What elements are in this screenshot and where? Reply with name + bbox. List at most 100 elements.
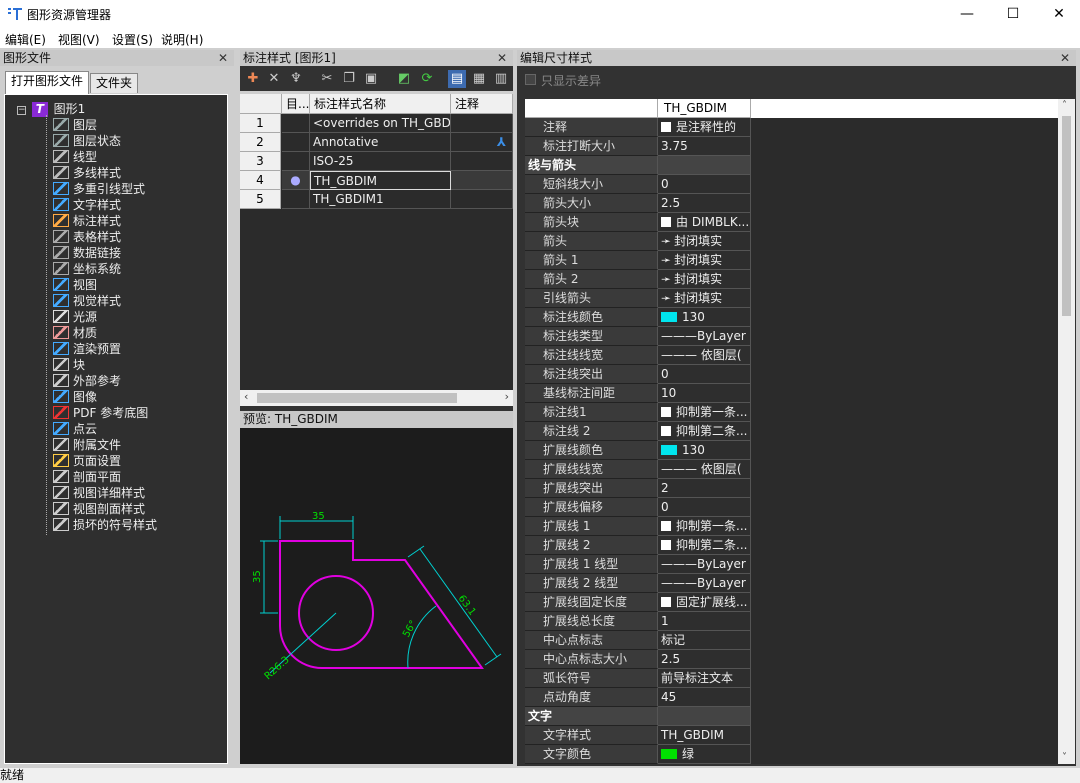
property-value[interactable]: 抑制第二条... xyxy=(658,536,751,555)
property-row[interactable]: 箭头 ➛ 封闭填实 xyxy=(525,232,1058,251)
vscroll-thumb[interactable] xyxy=(1062,116,1071,316)
minimize-button[interactable]: — xyxy=(944,0,990,28)
delete-icon[interactable]: ✕ xyxy=(265,70,283,88)
row-current-marker[interactable] xyxy=(282,133,310,152)
checkbox-icon[interactable] xyxy=(661,217,671,227)
scroll-right-icon[interactable]: › xyxy=(505,390,509,403)
row-style-name[interactable]: <overrides on TH_GBDIM> xyxy=(310,114,451,133)
property-row[interactable]: 箭头 2 ➛ 封闭填实 xyxy=(525,270,1058,289)
property-row[interactable]: 扩展线总长度 1 xyxy=(525,612,1058,631)
property-value[interactable]: 0 xyxy=(658,498,751,517)
property-value[interactable] xyxy=(658,156,751,175)
copy-icon[interactable]: ❐ xyxy=(340,70,358,88)
property-row[interactable]: 标注线颜色 130 xyxy=(525,308,1058,327)
icon-view-icon[interactable]: ▦ xyxy=(470,70,488,88)
menu-edit[interactable]: 编辑(E) xyxy=(5,31,46,48)
property-row[interactable]: 扩展线 2 抑制第二条... xyxy=(525,536,1058,555)
cut-icon[interactable]: ✂ xyxy=(318,70,336,88)
menu-help[interactable]: 说明(H) xyxy=(161,31,203,48)
row-annotative[interactable] xyxy=(451,152,513,171)
property-section[interactable]: 线与箭头 xyxy=(525,156,1058,175)
tree-item[interactable]: 外部参考 xyxy=(53,372,121,388)
row-style-name[interactable]: Annotative xyxy=(310,133,451,152)
tree-item[interactable]: 多重引线型式 xyxy=(53,180,145,196)
property-row[interactable]: 弧长符号 前导标注文本 xyxy=(525,669,1058,688)
row-style-name[interactable]: TH_GBDIM xyxy=(310,171,451,190)
checkbox-icon[interactable] xyxy=(661,540,671,550)
tree-item[interactable]: 文字样式 xyxy=(53,196,121,212)
tree-item[interactable]: 块 xyxy=(53,356,85,372)
mid-panel-close-icon[interactable]: ✕ xyxy=(497,50,507,67)
scroll-up-icon[interactable]: ˄ xyxy=(1062,100,1067,111)
checkbox-icon[interactable] xyxy=(661,521,671,531)
property-value[interactable]: 抑制第一条... xyxy=(658,403,751,422)
menu-view[interactable]: 视图(V) xyxy=(58,31,100,48)
hscroll-thumb[interactable] xyxy=(257,393,457,403)
close-button[interactable]: ✕ xyxy=(1036,0,1080,28)
row-annotative[interactable] xyxy=(451,190,513,209)
property-value[interactable]: ——— 依图层( xyxy=(658,346,751,365)
tree-item[interactable]: 图层状态 xyxy=(53,132,121,148)
property-row[interactable]: 文字颜色 绿 xyxy=(525,745,1058,764)
collapse-icon[interactable]: − xyxy=(17,106,26,115)
tree-item[interactable]: 剖面平面 xyxy=(53,468,121,484)
property-row[interactable]: 引线箭头 ➛ 封闭填实 xyxy=(525,289,1058,308)
row-annotative[interactable] xyxy=(451,114,513,133)
property-row[interactable]: 点动角度 45 xyxy=(525,688,1058,707)
checkbox-icon[interactable] xyxy=(661,426,671,436)
row-current-marker[interactable] xyxy=(282,114,310,133)
tree-item[interactable]: 表格样式 xyxy=(53,228,121,244)
property-row[interactable]: 标注线突出 0 xyxy=(525,365,1058,384)
tree-item[interactable]: 坐标系统 xyxy=(53,260,121,276)
tree-item[interactable]: 数据链接 xyxy=(53,244,121,260)
row-style-name[interactable]: ISO-25 xyxy=(310,152,451,171)
right-panel-close-icon[interactable]: ✕ xyxy=(1060,50,1070,67)
col-current[interactable]: 目... xyxy=(282,94,310,114)
property-row[interactable]: 扩展线 1 抑制第一条... xyxy=(525,517,1058,536)
row-current-marker[interactable]: ● xyxy=(282,171,310,190)
property-row[interactable]: 扩展线线宽 ——— 依图层( xyxy=(525,460,1058,479)
set-current-icon[interactable]: ◩ xyxy=(395,70,413,88)
property-row[interactable]: 扩展线突出 2 xyxy=(525,479,1058,498)
tree-item[interactable]: 点云 xyxy=(53,420,97,436)
property-row[interactable]: 基线标注间距 10 xyxy=(525,384,1058,403)
scroll-down-icon[interactable]: ˅ xyxy=(1062,752,1067,763)
scroll-left-icon[interactable]: ‹ xyxy=(244,390,248,403)
tree-item[interactable]: 视图剖面样式 xyxy=(53,500,145,516)
tree-item[interactable]: 附属文件 xyxy=(53,436,121,452)
grid-hscrollbar[interactable]: ‹ › xyxy=(240,390,513,406)
col-name[interactable]: 标注样式名称 xyxy=(310,94,451,114)
property-value[interactable]: 1 xyxy=(658,612,751,631)
details-view-icon[interactable]: ▤ xyxy=(448,70,466,88)
property-row[interactable]: 扩展线固定长度 固定扩展线... xyxy=(525,593,1058,612)
tree-item[interactable]: 损坏的符号样式 xyxy=(53,516,157,532)
property-row[interactable]: 标注线1 抑制第一条... xyxy=(525,403,1058,422)
tree-item[interactable]: 图像 xyxy=(53,388,97,404)
property-row[interactable]: 标注线 2 抑制第二条... xyxy=(525,422,1058,441)
property-value[interactable] xyxy=(658,707,751,726)
col-annot[interactable]: 注释 xyxy=(451,94,513,114)
row-number[interactable]: 4 xyxy=(240,171,281,190)
property-value[interactable]: 2.5 xyxy=(658,194,751,213)
checkbox-icon[interactable] xyxy=(661,597,671,607)
property-value[interactable]: 前导标注文本 xyxy=(658,669,751,688)
property-value[interactable]: 是注释性的 xyxy=(658,118,751,137)
property-row[interactable]: 箭头大小 2.5 xyxy=(525,194,1058,213)
row-current-marker[interactable] xyxy=(282,152,310,171)
tree-item[interactable]: 视觉样式 xyxy=(53,292,121,308)
property-row[interactable]: 标注线线宽 ——— 依图层( xyxy=(525,346,1058,365)
property-row[interactable]: 中心点标志大小 2.5 xyxy=(525,650,1058,669)
property-value[interactable]: 标记 xyxy=(658,631,751,650)
property-value[interactable]: 0 xyxy=(658,365,751,384)
property-value[interactable]: 10 xyxy=(658,384,751,403)
tree-item[interactable]: 视图详细样式 xyxy=(53,484,145,500)
tree-view-icon[interactable]: ▥ xyxy=(492,70,510,88)
new-style-icon[interactable]: ✚ xyxy=(244,70,262,88)
property-row[interactable]: 扩展线颜色 130 xyxy=(525,441,1058,460)
tree-item[interactable]: 渲染预置 xyxy=(53,340,121,356)
property-row[interactable]: 标注打断大小 3.75 xyxy=(525,137,1058,156)
tree-item[interactable]: 页面设置 xyxy=(53,452,121,468)
property-value[interactable]: ➛ 封闭填实 xyxy=(658,232,751,251)
property-value[interactable]: 抑制第二条... xyxy=(658,422,751,441)
checkbox-icon[interactable] xyxy=(661,122,671,132)
